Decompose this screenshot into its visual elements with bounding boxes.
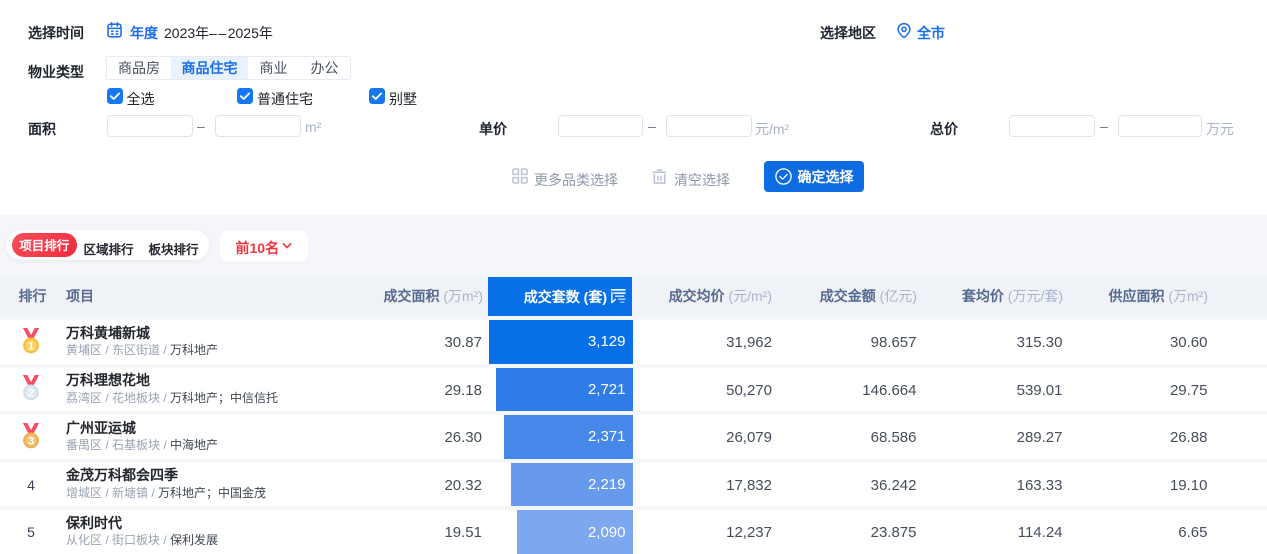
svg-text:2: 2: [28, 387, 34, 399]
svg-text:3: 3: [28, 435, 34, 447]
svg-text:1: 1: [28, 340, 34, 352]
